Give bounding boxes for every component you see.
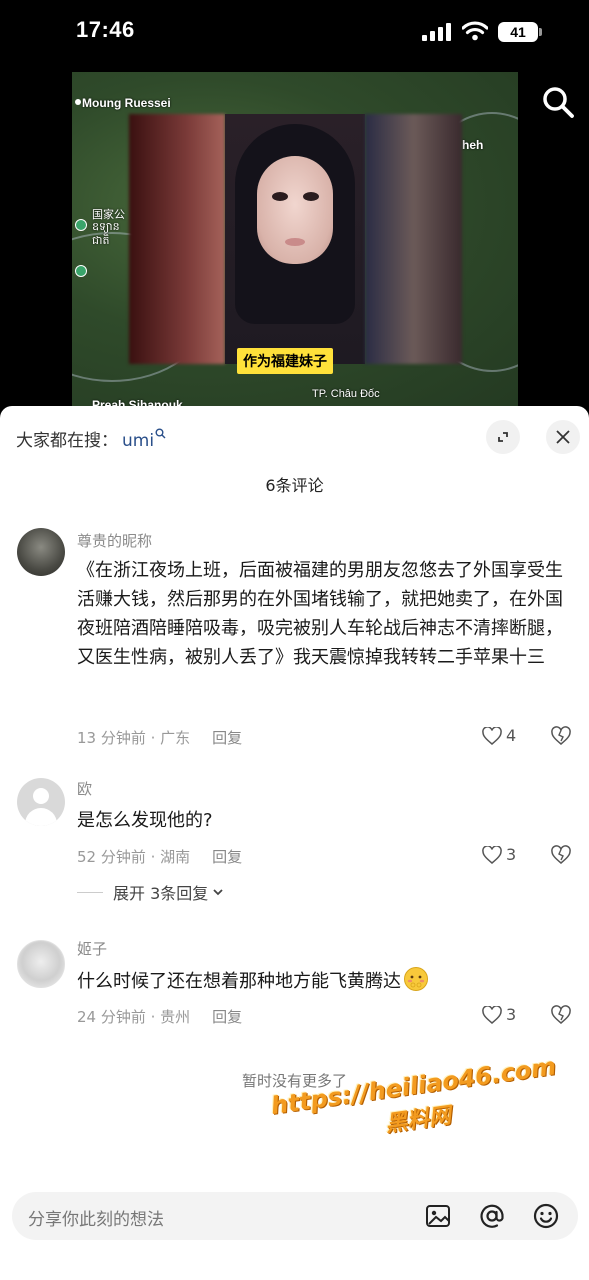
heart-icon bbox=[482, 845, 502, 864]
chevron-down-icon bbox=[213, 889, 223, 896]
map-label: heh bbox=[462, 138, 484, 152]
like-count: 4 bbox=[506, 726, 517, 745]
comment-meta: 24 分钟前 · 贵州 回复 bbox=[77, 1006, 242, 1027]
small-search-icon bbox=[155, 428, 166, 439]
comment-text: 什么时候了还在想着那种地方能飞黄腾达 bbox=[77, 966, 577, 996]
like-button[interactable]: 3 bbox=[482, 845, 516, 864]
shy-face-emoji-icon bbox=[404, 967, 428, 991]
image-icon[interactable] bbox=[424, 1202, 452, 1230]
portrait-photo bbox=[225, 114, 365, 364]
map-label: ជាតិ bbox=[92, 235, 110, 247]
map-label: Preah Sihanouk bbox=[92, 398, 183, 406]
comment-input-placeholder: 分享你此刻的想法 bbox=[28, 1210, 164, 1230]
avatar[interactable] bbox=[17, 528, 65, 576]
like-button[interactable]: 3 bbox=[482, 1005, 516, 1024]
comment-username[interactable]: 欧 bbox=[77, 778, 92, 799]
expand-replies-button[interactable]: 展开 3条回复 bbox=[77, 880, 224, 904]
like-button[interactable]: 4 bbox=[482, 726, 516, 745]
map-pin-icon bbox=[75, 219, 87, 231]
portrait-eye bbox=[272, 192, 288, 201]
video-frame bbox=[129, 114, 462, 364]
map-pin-icon bbox=[75, 265, 87, 277]
wifi-icon bbox=[462, 21, 488, 41]
battery-indicator: 41 bbox=[498, 22, 542, 42]
expand-replies-label: 展开 3条回复 bbox=[113, 884, 209, 903]
heart-icon bbox=[482, 726, 502, 745]
map-label: TP. Châu Đốc bbox=[312, 388, 380, 400]
trending-search-term[interactable]: umi bbox=[122, 431, 154, 451]
comment-username[interactable]: 尊贵的昵称 bbox=[77, 530, 152, 551]
reply-button[interactable]: 回复 bbox=[212, 1008, 242, 1026]
close-icon bbox=[556, 430, 570, 444]
comment-time-location: 52 分钟前 · 湖南 bbox=[77, 848, 191, 866]
portrait-lips bbox=[285, 238, 305, 246]
search-icon[interactable] bbox=[540, 84, 576, 120]
like-count: 3 bbox=[506, 845, 517, 864]
divider-line bbox=[77, 891, 103, 893]
comment-meta: 52 分钟前 · 湖南 回复 bbox=[77, 846, 242, 867]
dislike-icon[interactable] bbox=[550, 726, 572, 746]
reply-button[interactable]: 回复 bbox=[212, 848, 242, 866]
watermark: https://heiliao46.com 黑料网 bbox=[269, 1052, 562, 1153]
video-player[interactable]: Moung Ruessei 国家公 ឧទ្យាន ជាតិ heh Preah … bbox=[72, 72, 518, 406]
expand-icon bbox=[498, 432, 508, 442]
blurred-photo-right bbox=[365, 114, 462, 364]
blurred-photo-left bbox=[129, 114, 225, 364]
comments-sheet: 大家都在搜： umi 6条评论 尊贵的昵称 《在浙江夜场上班，后面被福建的男朋友忽… bbox=[0, 406, 589, 1280]
emoji-icon[interactable] bbox=[532, 1202, 560, 1230]
like-count: 3 bbox=[506, 1005, 517, 1024]
heart-icon bbox=[482, 1005, 502, 1024]
comment-username[interactable]: 姬子 bbox=[77, 938, 107, 959]
trending-search-prefix: 大家都在搜： bbox=[16, 431, 118, 451]
expand-button[interactable] bbox=[486, 420, 520, 454]
cellular-signal-icon bbox=[422, 23, 451, 41]
comment-text: 是怎么发现他的? bbox=[77, 810, 213, 831]
status-bar: 17:46 41 bbox=[0, 0, 589, 64]
comment-time-location: 13 分钟前 · 广东 bbox=[77, 729, 191, 747]
comment-text: 《在浙江夜场上班，后面被福建的男朋友忽悠去了外国享受生活赚大钱，然后那男的在外国… bbox=[77, 560, 563, 668]
comment-time-location: 24 分钟前 · 贵州 bbox=[77, 1008, 191, 1026]
comments-count-title: 6条评论 bbox=[265, 476, 324, 495]
reply-button[interactable]: 回复 bbox=[212, 729, 242, 747]
trending-search[interactable]: 大家都在搜： umi bbox=[16, 426, 166, 451]
portrait-face bbox=[257, 156, 333, 264]
avatar[interactable] bbox=[17, 778, 65, 826]
portrait-eye bbox=[303, 192, 319, 201]
map-point bbox=[75, 99, 81, 105]
map-label: Moung Ruessei bbox=[82, 96, 171, 110]
status-time: 17:46 bbox=[76, 17, 135, 42]
mention-icon[interactable] bbox=[478, 1202, 506, 1230]
comment-text-content: 什么时候了还在想着那种地方能飞黄腾达 bbox=[77, 971, 401, 992]
comment-input[interactable]: 分享你此刻的想法 bbox=[12, 1192, 578, 1240]
dislike-icon[interactable] bbox=[550, 845, 572, 865]
video-caption: 作为福建妹子 bbox=[237, 348, 333, 374]
avatar[interactable] bbox=[17, 940, 65, 988]
close-button[interactable] bbox=[546, 420, 580, 454]
dislike-icon[interactable] bbox=[550, 1005, 572, 1025]
comment-meta: 13 分钟前 · 广东 回复 bbox=[77, 727, 242, 748]
